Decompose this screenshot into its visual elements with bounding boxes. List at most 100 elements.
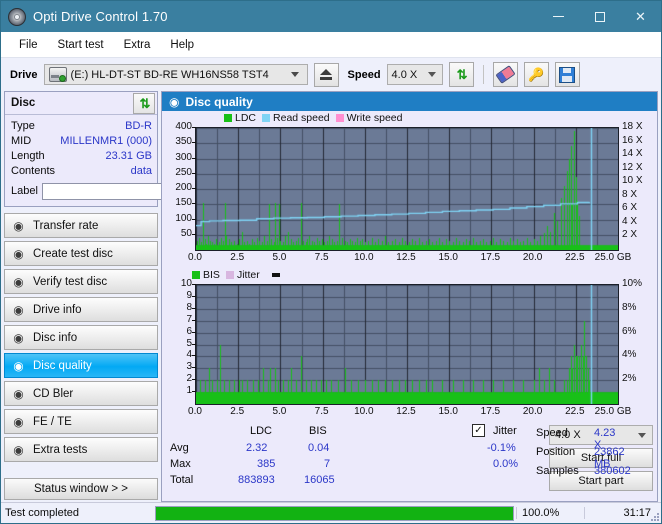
disc-contents-label: Contents [11, 164, 56, 177]
jitter-label: Jitter [493, 425, 517, 437]
disc-label-row: Label [11, 180, 251, 202]
ldc-axis-label: 150 [175, 197, 192, 209]
sidebar-item-label: Drive info [33, 303, 82, 316]
ldc-axis-label: 20.0 [522, 252, 543, 263]
save-button[interactable] [554, 62, 580, 87]
progress-bar-fill [156, 506, 513, 520]
ldc-axis-label: 200 [175, 182, 192, 193]
speed-stat-label: Speed [536, 427, 568, 439]
bis-quality-chart[interactable]: 1 2 3 4 5 6 7 8 9 10 2% 4% 6% 8% 10% 0.0 2.5 5.0 7.5 10.0 12… [162, 278, 657, 422]
sidebar-item-create-test-disc[interactable]: ◉ Create test disc [4, 241, 158, 266]
disc-icon: ◉ [13, 274, 24, 289]
speed-select[interactable]: 4.0 X [386, 64, 443, 85]
stat-bis-max: 7 [324, 458, 331, 470]
resize-grip[interactable] [649, 511, 659, 521]
bis-axis-label: 12.5 [396, 406, 416, 417]
legend-label-read-speed: Read speed [273, 112, 330, 124]
main-panel-header: ◉ Disc quality [162, 92, 657, 111]
content-area: Disc ⇅ Type BD-R MID MILLENMR1 (000) Len… [1, 91, 661, 502]
sidebar: Disc ⇅ Type BD-R MID MILLENMR1 (000) Len… [4, 91, 251, 502]
disc-type-label: Type [11, 119, 35, 132]
ldc-chart-legend: LDC Read speed Write speed [162, 111, 657, 125]
sidebar-item-disc-info[interactable]: ◉ Disc info [4, 325, 158, 350]
disc-icon: ◉ [13, 442, 24, 457]
ldc-axis-label: 4 X [622, 215, 638, 227]
menu-start-test[interactable]: Start test [48, 36, 114, 54]
ldc-axis-label: 16 X [622, 134, 643, 146]
sidebar-item-cd-bler[interactable]: ◉ CD Bler [4, 381, 158, 406]
ldc-plot-canvas [196, 128, 618, 250]
stat-ldc-avg: 2.32 [246, 442, 268, 454]
sidebar-item-verify-test-disc[interactable]: ◉ Verify test disc [4, 269, 158, 294]
bis-axis-label: 25.0 GB [594, 406, 632, 417]
jitter-avg-value: -0.1% [487, 442, 516, 454]
drive-select[interactable]: (E:) HL-DT-ST BD-RE WH16NS58 TST4 [43, 64, 308, 85]
sidebar-item-drive-info[interactable]: ◉ Drive info [4, 297, 158, 322]
disc-info-panel: Disc ⇅ Type BD-R MID MILLENMR1 (000) Len… [4, 91, 251, 207]
bis-axis-label: 15.0 [438, 406, 458, 417]
bis-axis-label: 10.0 [354, 406, 374, 417]
sidebar-item-extra-tests[interactable]: ◉ Extra tests [4, 437, 158, 462]
sidebar-item-label: Create test disc [33, 247, 113, 260]
keys-button[interactable]: 🔑 [523, 62, 549, 87]
ldc-axis-label: 12 X [622, 161, 643, 173]
ldc-axis-label: 12.5 [396, 252, 416, 263]
disc-row-length: Length 23.31 GB [11, 148, 152, 163]
disc-icon: ◉ [13, 386, 24, 401]
sidebar-item-label: FE / TE [33, 415, 72, 428]
sidebar-nav: ◉ Transfer rate ◉ Create test disc ◉ Ver… [4, 213, 158, 462]
ldc-axis-label: 22.5 [565, 252, 585, 263]
disc-panel-title: Disc [11, 97, 36, 109]
ldc-axis-label: 7.5 [314, 252, 329, 263]
chevron-down-icon [638, 432, 646, 438]
menu-extra[interactable]: Extra [114, 36, 161, 54]
toolbar-divider [482, 65, 484, 84]
ldc-axis-label: 15.0 [438, 252, 458, 263]
keys-icon: 🔑 [527, 67, 545, 82]
ldc-axis-label: 17.5 [480, 252, 501, 263]
disc-row-contents: Contents data [11, 163, 152, 178]
bis-axis-label: 17.5 [480, 406, 501, 417]
bis-axis-label: 0.0 [188, 406, 202, 417]
stat-bis-avg: 0.04 [308, 442, 330, 454]
disc-length-label: Length [11, 149, 45, 162]
close-button[interactable]: ✕ [620, 1, 661, 32]
disc-icon: ◉ [13, 358, 24, 373]
disc-type-value: BD-R [125, 119, 152, 132]
menu-help[interactable]: Help [160, 36, 204, 54]
samples-stat-label: Samples [536, 465, 579, 477]
drive-icon [48, 67, 67, 82]
progress-bar [155, 505, 514, 521]
disc-icon: ◉ [13, 414, 24, 429]
ldc-axis-label: 2.5 [230, 252, 245, 263]
sidebar-item-disc-quality[interactable]: ◉ Disc quality [4, 353, 158, 378]
status-window-button[interactable]: Status window > > [4, 478, 158, 500]
erase-button[interactable] [492, 62, 518, 87]
disc-row-type: Type BD-R [11, 118, 152, 133]
maximize-button[interactable] [579, 1, 620, 32]
ldc-axis-label: 14 X [622, 148, 643, 160]
disc-refresh-button[interactable]: ⇅ [133, 92, 155, 114]
refresh-button[interactable]: ⇅ [448, 62, 474, 87]
ldc-axis-label: 8 X [622, 188, 638, 200]
eject-button[interactable] [313, 62, 339, 87]
menu-file[interactable]: File [9, 36, 48, 54]
sidebar-item-transfer-rate[interactable]: ◉ Transfer rate [4, 213, 158, 238]
ldc-axis-label: 350 [175, 136, 192, 148]
app-window: Opti Drive Control 1.70 ✕ File Start tes… [0, 0, 662, 524]
sidebar-item-fe-te[interactable]: ◉ FE / TE [4, 409, 158, 434]
charts-container: LDC Read speed Write speed 50 100 150 200 25… [162, 111, 657, 501]
legend-swatch-jitter [225, 271, 234, 279]
status-message: Test completed [5, 507, 79, 519]
disc-icon: ◉ [13, 330, 24, 345]
stat-ldc-max: 385 [257, 458, 276, 470]
stat-row-label-max: Max [170, 458, 191, 470]
jitter-checkbox[interactable]: ✓ [472, 424, 485, 437]
drive-label: Drive [10, 68, 38, 81]
jitter-max-value: 0.0% [493, 458, 519, 470]
legend-label-ldc: LDC [235, 112, 257, 124]
ldc-quality-chart[interactable]: 50 100 150 200 250 300 350 400 2 X 4 X6 X 8 X 10 X 1… [162, 121, 657, 268]
legend-item-jitter: Jitter [225, 269, 260, 281]
minimize-button[interactable] [538, 1, 579, 32]
